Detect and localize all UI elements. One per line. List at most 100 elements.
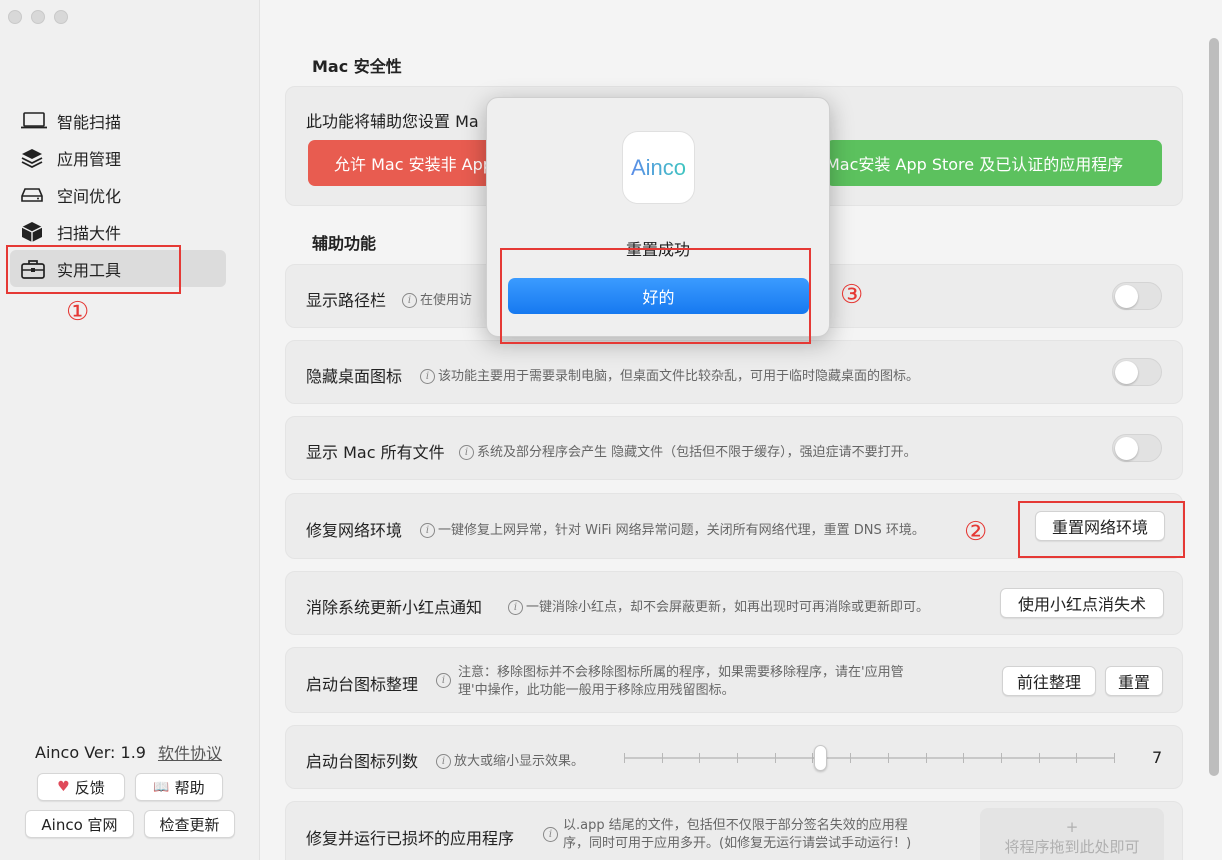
sidebar-buttons-row-1: ♥ 反馈 📖 帮助 — [37, 773, 223, 801]
setting-desc-line2: 序，同时可用于应用多开。(如修复无运行请尝试手动运行！) — [563, 836, 912, 851]
sidebar-item-app-manage[interactable]: 应用管理 — [10, 139, 226, 176]
setting-desc: i 一键修复上网异常，针对 WiFi 网络异常问题，关闭所有网络代理，重置 DNS… — [420, 519, 925, 538]
info-icon: i — [420, 369, 435, 384]
sidebar-item-label: 智能扫描 — [57, 112, 122, 132]
reset-launchpad-button[interactable]: 重置 — [1105, 666, 1163, 696]
setting-desc: i 系统及部分程序会产生 隐藏文件（包括但不限于缓存），强迫症请不要打开。 — [459, 441, 917, 460]
setting-desc: i 一键消除小红点，却不会屏蔽更新，如再出现时可再消除或更新即可。 — [508, 596, 929, 615]
setting-label: 修复网络环境 — [306, 521, 403, 540]
sidebar-item-label: 应用管理 — [57, 149, 122, 169]
setting-row-hide-desktop-icons: 隐藏桌面图标 i 该功能主要用于需要录制电脑，但桌面文件比较杂乱，可用于临时隐藏桌… — [285, 340, 1183, 404]
allow-unverified-apps-label: 允许 Mac 安装非 App — [334, 155, 493, 174]
slider-tick — [737, 753, 738, 763]
setting-desc: i 注意：移除图标并不会移除图标所属的程序，如果需要移除程序，请在'应用管 理'… — [436, 664, 904, 700]
columns-slider-knob[interactable] — [814, 745, 827, 771]
setting-row-remove-update-badge: 消除系统更新小红点通知 i 一键消除小红点，却不会屏蔽更新，如再出现时可再消除或更… — [285, 571, 1183, 635]
slider-tick — [662, 753, 663, 763]
path-bar-toggle[interactable] — [1112, 282, 1162, 310]
slider-tick — [624, 753, 625, 763]
official-site-label: Ainco 官网 — [41, 815, 118, 834]
sidebar-item-space[interactable]: 空间优化 — [10, 176, 226, 213]
sidebar-buttons-row-2: Ainco 官网 检查更新 — [25, 810, 235, 838]
ainco-logo: Ainco — [622, 131, 695, 204]
annotation-number-1: ① — [66, 297, 90, 327]
setting-desc-line1: 以.app 结尾的文件，包括但不仅限于部分签名失效的应用程 — [563, 818, 908, 833]
version-row: Ainco Ver: 1.9 软件协议 — [35, 740, 222, 764]
app-dropzone[interactable]: + 将程序拖到此处即可 — [980, 808, 1164, 860]
setting-row-repair-app: 修复并运行已损坏的应用程序 i 以.app 结尾的文件，包括但不仅限于部分签名失… — [285, 801, 1183, 860]
feedback-label: 反馈 — [74, 778, 105, 797]
official-site-button[interactable]: Ainco 官网 — [25, 810, 134, 838]
setting-row-show-hidden-files: 显示 Mac 所有文件 i 系统及部分程序会产生 隐藏文件（包括但不限于缓存），强… — [285, 416, 1183, 480]
info-icon: i — [420, 523, 435, 538]
sidebar-item-label: 扫描大件 — [57, 223, 122, 243]
setting-label: 消除系统更新小红点通知 — [306, 598, 483, 617]
disk-icon — [21, 184, 47, 206]
columns-value: 7 — [1152, 748, 1163, 767]
setting-row-launchpad-organize: 启动台图标整理 i 注意：移除图标并不会移除图标所属的程序，如果需要移除程序，请… — [285, 647, 1183, 713]
slider-tick — [926, 753, 927, 763]
slider-tick — [1076, 753, 1077, 763]
info-icon: i — [508, 600, 523, 615]
show-hidden-files-toggle[interactable] — [1112, 434, 1162, 462]
window-controls — [8, 10, 68, 24]
organize-launchpad-button[interactable]: 前往整理 — [1002, 666, 1096, 696]
remove-badge-button[interactable]: 使用小红点消失术 — [1000, 588, 1164, 618]
close-window-button[interactable] — [8, 10, 22, 24]
setting-row-launchpad-columns: 启动台图标列数 i 放大或缩小显示效果。 7 — [285, 725, 1183, 789]
annotation-box-2 — [1018, 501, 1185, 558]
setting-label: 修复并运行已损坏的应用程序 — [306, 829, 515, 848]
slider-tick — [888, 753, 889, 763]
setting-desc-line2: 理'中操作，此功能一般用于移除应用残留图标。 — [458, 683, 735, 698]
info-icon: i — [402, 293, 417, 308]
setting-desc: i 以.app 结尾的文件，包括但不仅限于部分签名失效的应用程 序，同时可用于应… — [543, 817, 911, 853]
check-update-label: 检查更新 — [159, 815, 220, 834]
setting-desc: i 该功能主要用于需要录制电脑，但桌面文件比较杂乱，可用于临时隐藏桌面的图标。 — [420, 365, 919, 384]
heart-letter-icon: ♥ — [57, 779, 70, 795]
check-update-button[interactable]: 检查更新 — [144, 810, 235, 838]
slider-tick — [1001, 753, 1002, 763]
info-icon: i — [436, 673, 451, 688]
slider-tick — [699, 753, 700, 763]
assist-section-title: 辅助功能 — [312, 234, 377, 253]
setting-desc: i 在使用访 — [402, 289, 472, 308]
setting-desc-line1: 注意：移除图标并不会移除图标所属的程序，如果需要移除程序，请在'应用管 — [458, 665, 904, 680]
allow-store-apps-button[interactable]: Mac安装 App Store 及已认证的应用程序 — [826, 140, 1162, 186]
zoom-window-button[interactable] — [54, 10, 68, 24]
slider-tick — [850, 753, 851, 763]
feedback-button[interactable]: ♥ 反馈 — [37, 773, 125, 801]
setting-desc: i 放大或缩小显示效果。 — [436, 750, 584, 769]
setting-label: 显示路径栏 — [306, 291, 387, 310]
slider-tick — [963, 753, 964, 763]
cube-icon — [21, 221, 47, 243]
annotation-box-3 — [500, 248, 811, 344]
help-button[interactable]: 📖 帮助 — [135, 773, 223, 801]
hide-desktop-icons-toggle[interactable] — [1112, 358, 1162, 386]
info-icon: i — [459, 445, 474, 460]
dropzone-label: 将程序拖到此处即可 — [1004, 837, 1140, 856]
plus-icon: + — [1065, 817, 1079, 836]
slider-tick — [775, 753, 776, 763]
minimize-window-button[interactable] — [31, 10, 45, 24]
book-icon: 📖 — [153, 779, 170, 795]
allow-unverified-apps-button[interactable]: 允许 Mac 安装非 App — [308, 140, 508, 186]
security-section-title: Mac 安全性 — [312, 57, 402, 76]
layers-icon — [21, 147, 47, 169]
info-icon: i — [543, 827, 558, 842]
vertical-scrollbar[interactable] — [1209, 38, 1219, 776]
version-text: Ainco Ver: 1.9 — [35, 742, 146, 762]
security-desc: 此功能将辅助您设置 Ma — [306, 112, 479, 131]
laptop-icon — [21, 110, 47, 132]
setting-label: 隐藏桌面图标 — [306, 367, 403, 386]
setting-label: 显示 Mac 所有文件 — [306, 443, 445, 462]
slider-tick — [1039, 753, 1040, 763]
annotation-number-2: ② — [964, 517, 988, 547]
columns-slider-track[interactable] — [624, 757, 1114, 759]
allow-store-apps-label: Mac安装 App Store 及已认证的应用程序 — [826, 155, 1124, 174]
annotation-number-3: ③ — [840, 280, 864, 310]
sidebar-item-smart-scan[interactable]: 智能扫描 — [10, 102, 226, 139]
slider-tick — [812, 753, 813, 763]
license-link[interactable]: 软件协议 — [158, 740, 222, 764]
setting-label: 启动台图标整理 — [306, 675, 419, 694]
annotation-box-1 — [6, 245, 181, 294]
